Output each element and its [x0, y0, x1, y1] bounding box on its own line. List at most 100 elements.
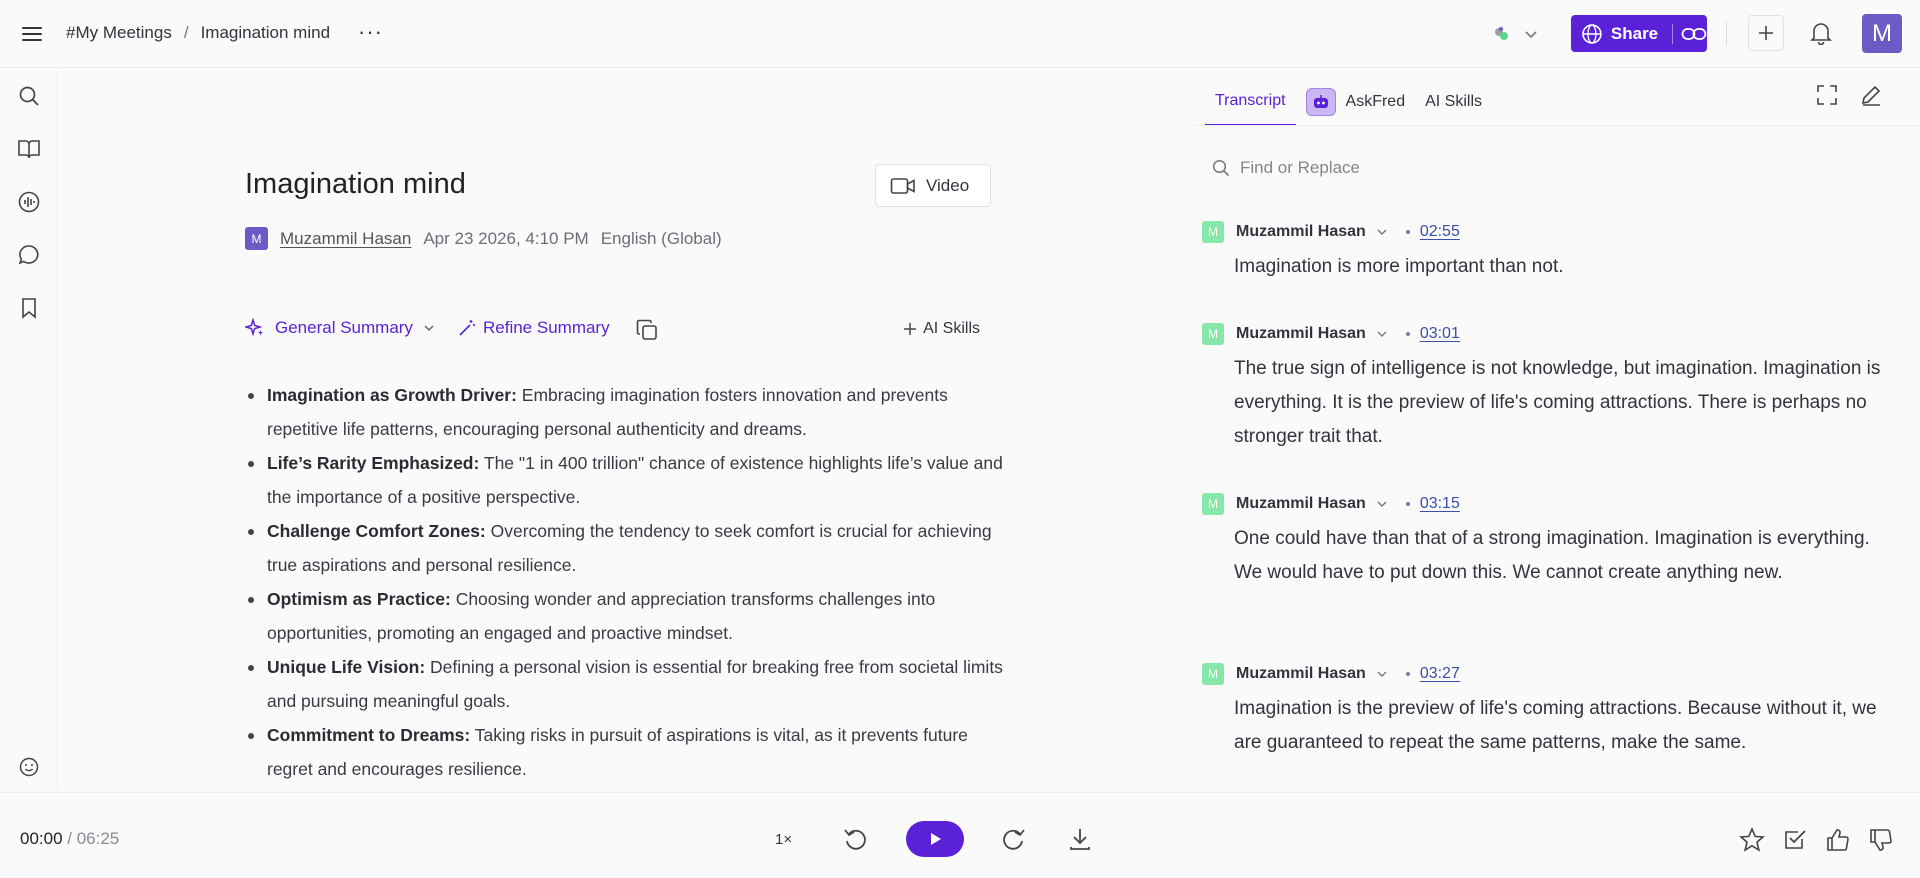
- meeting-language: English (Global): [600, 228, 722, 248]
- chevron-down-icon: [424, 325, 434, 332]
- rewind-icon[interactable]: [842, 825, 870, 853]
- playback-time: 00:00 / 06:25: [20, 829, 120, 848]
- speaker-avatar: M: [1202, 493, 1224, 515]
- share-button[interactable]: Share: [1571, 15, 1707, 52]
- link-icon[interactable]: [1681, 26, 1707, 42]
- smiley-icon[interactable]: [17, 755, 41, 779]
- collaborators-icon: [1495, 27, 1508, 40]
- breadcrumb-root[interactable]: #My Meetings: [66, 23, 172, 43]
- speaker-name[interactable]: Muzammil Hasan: [1236, 665, 1366, 683]
- summary-item: Imagination as Growth Driver: Embracing …: [245, 378, 1005, 446]
- timestamp-link[interactable]: 03:27: [1420, 665, 1460, 683]
- find-replace-input[interactable]: [1240, 158, 1840, 178]
- refine-summary-button[interactable]: Refine Summary: [457, 318, 610, 338]
- summary-item: Challenge Comfort Zones: Overcoming the …: [245, 514, 1005, 582]
- play-button[interactable]: [906, 821, 964, 857]
- timestamp-link[interactable]: 03:01: [1420, 325, 1460, 343]
- search-icon: [1212, 159, 1230, 177]
- summary-item: Optimism as Practice: Choosing wonder an…: [245, 582, 1005, 650]
- star-icon[interactable]: [1739, 826, 1765, 853]
- general-summary-dropdown[interactable]: General Summary: [245, 318, 435, 338]
- tab-transcript[interactable]: Transcript: [1205, 78, 1296, 126]
- tab-ai-skills[interactable]: AI Skills: [1415, 78, 1492, 126]
- speaker-name[interactable]: Muzammil Hasan: [1236, 223, 1366, 241]
- transcript-text: The true sign of intelligence is not kno…: [1234, 358, 1881, 447]
- fast-forward-icon[interactable]: [999, 825, 1027, 853]
- transcript-text: Imagination is the preview of life's com…: [1234, 698, 1877, 753]
- timestamp-link[interactable]: 03:15: [1420, 495, 1460, 513]
- globe-icon: [1582, 23, 1602, 44]
- sparkle-icon: [245, 318, 263, 337]
- author-link[interactable]: Muzammil Hasan: [280, 229, 411, 249]
- collaborators-dropdown[interactable]: [1490, 22, 1540, 46]
- video-label: Video: [926, 175, 970, 195]
- play-icon: [931, 833, 941, 845]
- breadcrumb-separator: /: [183, 23, 189, 42]
- bookmark-icon[interactable]: [17, 296, 41, 320]
- tab-askfred[interactable]: AskFred: [1296, 78, 1416, 126]
- speaker-name[interactable]: Muzammil Hasan: [1236, 495, 1366, 513]
- find-replace-bar: [1200, 152, 1910, 184]
- meeting-meta: M Muzammil Hasan Apr 23 2026, 4:10 PM En…: [245, 227, 722, 250]
- meeting-date: Apr 23 2026, 4:10 PM: [423, 228, 589, 248]
- speaker-avatar: M: [1202, 323, 1224, 345]
- summary-item: Commitment to Dreams: Taking risks in pu…: [245, 718, 1005, 786]
- summary-list: Imagination as Growth Driver: Embracing …: [245, 378, 1005, 786]
- expand-icon[interactable]: [1816, 84, 1840, 108]
- transcript-entry: M Muzammil Hasan 03:01 The true sign of …: [1202, 322, 1902, 454]
- plus-icon: [904, 323, 917, 335]
- speaker-avatar: M: [1202, 663, 1224, 685]
- video-button[interactable]: Video: [875, 164, 991, 207]
- chevron-down-icon: [1525, 31, 1537, 39]
- page-title: Imagination mind: [245, 168, 466, 200]
- download-icon[interactable]: [1066, 825, 1094, 853]
- video-camera-icon: [890, 177, 915, 194]
- summary-item: Unique Life Vision: Defining a personal …: [245, 650, 1005, 718]
- ai-skills-label: AI Skills: [923, 320, 980, 337]
- transcript-text: One could have than that of a strong ima…: [1234, 528, 1870, 583]
- summary-toolbar: General Summary Refine Summary AI Skills: [245, 318, 980, 344]
- audio-player: 00:00 / 06:25 1×: [0, 792, 1920, 878]
- comment-icon[interactable]: [17, 243, 41, 267]
- hamburger-menu-icon[interactable]: [20, 22, 44, 46]
- ai-skills-button[interactable]: AI Skills: [903, 320, 980, 338]
- chevron-down-icon[interactable]: [1376, 498, 1388, 510]
- magic-wand-icon: [459, 320, 475, 336]
- copy-icon[interactable]: [635, 318, 661, 344]
- breadcrumb-current[interactable]: Imagination mind: [201, 23, 330, 43]
- left-rail: [0, 68, 58, 790]
- summary-item: Life’s Rarity Emphasized: The "1 in 400 …: [245, 446, 1005, 514]
- book-icon[interactable]: [17, 137, 41, 161]
- chevron-down-icon[interactable]: [1376, 226, 1388, 238]
- add-button[interactable]: [1748, 15, 1784, 51]
- speaker-name[interactable]: Muzammil Hasan: [1236, 325, 1366, 343]
- breadcrumb: #My Meetings / Imagination mind: [66, 23, 330, 43]
- panel-tabs: Transcript AskFred AI Skills: [1205, 78, 1492, 126]
- timestamp-link[interactable]: 02:55: [1420, 223, 1460, 241]
- askfred-label: AskFred: [1345, 93, 1406, 110]
- transcript-entry: M Muzammil Hasan 02:55 Imagination is mo…: [1202, 220, 1902, 284]
- chevron-down-icon[interactable]: [1376, 668, 1388, 680]
- bell-icon: [1810, 23, 1832, 45]
- chevron-down-icon[interactable]: [1376, 328, 1388, 340]
- transcript-text: Imagination is more important than not.: [1234, 256, 1564, 277]
- plus-icon: [1759, 26, 1773, 40]
- author-avatar: M: [245, 227, 268, 250]
- thumbs-up-icon[interactable]: [1825, 827, 1851, 853]
- refine-summary-label: Refine Summary: [483, 318, 610, 337]
- more-options-icon[interactable]: ···: [358, 21, 383, 43]
- notifications-button[interactable]: [1806, 18, 1836, 48]
- robot-icon: [1305, 88, 1336, 116]
- search-icon[interactable]: [17, 84, 41, 108]
- user-avatar[interactable]: M: [1862, 14, 1902, 53]
- playback-speed-button[interactable]: 1×: [775, 831, 792, 848]
- edit-icon[interactable]: [1860, 84, 1884, 108]
- audio-wave-icon[interactable]: [17, 190, 41, 214]
- top-bar: #My Meetings / Imagination mind ··· Shar…: [0, 0, 1920, 68]
- checkbox-icon[interactable]: [1782, 827, 1808, 853]
- share-label: Share: [1610, 23, 1659, 43]
- total-time: 06:25: [76, 829, 120, 848]
- thumbs-down-icon[interactable]: [1868, 827, 1894, 853]
- transcript-entry: M Muzammil Hasan 03:15 One could have th…: [1202, 492, 1902, 590]
- current-time: 00:00: [20, 829, 63, 848]
